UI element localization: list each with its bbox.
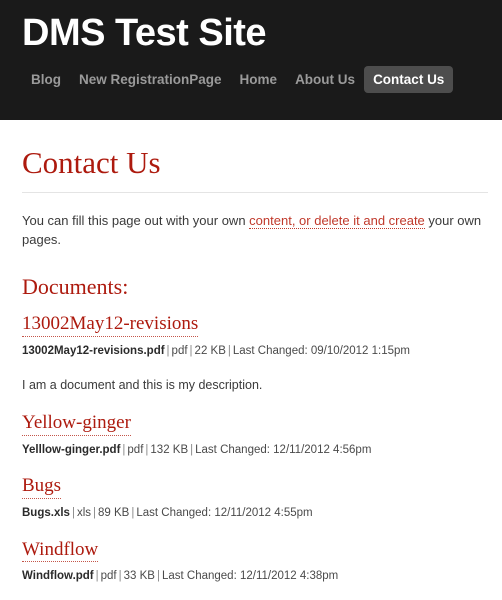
document-changed-label: Last Changed: [195, 443, 270, 456]
document-item: Yellow-ginger Yelllow-ginger.pdf | pdf | 132 … [22, 412, 488, 458]
document-changed-date: 12/11/2012 4:56pm [273, 443, 372, 456]
meta-separator: | [156, 570, 160, 583]
intro-paragraph: You can fill this page out with your own… [22, 212, 488, 250]
document-type: pdf [100, 570, 117, 583]
document-meta: Windflow.pdf | pdf | 33 KB | Last Changed: 12/… [22, 569, 488, 585]
main-content: Contact Us You can fill this page out wi… [0, 145, 502, 585]
document-changed-date: 12/11/2012 4:55pm [214, 507, 313, 520]
document-type: pdf [127, 443, 144, 456]
document-changed-date: 12/11/2012 4:38pm [239, 570, 339, 583]
document-size: 132 KB [150, 443, 189, 456]
document-meta: Yelllow-ginger.pdf | pdf | 132 KB | Last Chang… [22, 443, 488, 459]
meta-separator: | [118, 570, 122, 583]
document-title-link[interactable]: 13002May12-revisions [22, 313, 199, 337]
document-filename: 13002May12-revisions.pdf [22, 344, 165, 357]
nav-item-blog[interactable]: Blog [22, 66, 70, 93]
site-title: DMS Test Site [22, 12, 267, 54]
nav-item-about-us[interactable]: About Us [286, 66, 364, 93]
document-title-link[interactable]: Bugs [22, 475, 62, 500]
create-pages-link[interactable]: content, or delete it and create [249, 213, 425, 230]
meta-separator: | [71, 507, 75, 520]
nav-item-home[interactable]: Home [231, 66, 287, 93]
nav-item-contact-us[interactable]: Contact Us [364, 65, 454, 93]
site-header: DMS Test Site Blog New RegistrationPage Ho… [0, 0, 502, 120]
title-divider [22, 192, 488, 194]
document-title-link[interactable]: Windflow [22, 539, 99, 563]
intro-text-before: You can fill this page out with your own [22, 213, 250, 229]
document-changed-label: Last Changed: [136, 507, 212, 520]
document-type: pdf [171, 344, 188, 357]
meta-separator: | [95, 570, 99, 583]
meta-separator: | [227, 344, 231, 357]
document-changed-date: 09/10/2012 1:15pm [310, 344, 410, 357]
document-item: 13002May12-revisions 13002May12-revisions… [22, 313, 488, 395]
document-title-link[interactable]: Yellow-ginger [22, 412, 131, 436]
document-changed-label: Last Changed: [161, 570, 237, 583]
document-item: Windflow Windflow.pdf | pdf | 33 KB | Last Chan… [22, 539, 488, 585]
meta-separator: | [189, 344, 193, 357]
primary-navigation: Blog New RegistrationPage Home About Us Cont… [0, 54, 502, 93]
document-size: 89 KB [98, 507, 130, 520]
document-description: I am a document and this is my descripti… [22, 378, 263, 393]
meta-separator: | [93, 507, 96, 520]
document-size: 22 KB [194, 344, 226, 357]
document-filename: Windflow.pdf [22, 570, 94, 583]
document-meta: 13002May12-revisions.pdf | pdf | 22 KB | Last … [22, 344, 488, 360]
documents-heading: Documents: [22, 273, 129, 299]
document-meta: Bugs.xls | xls | 89 KB | Last Changed: 12/11/2… [22, 506, 488, 522]
document-size: 33 KB [123, 570, 155, 583]
document-filename: Bugs.xls [22, 507, 70, 520]
document-changed-label: Last Changed: [232, 344, 308, 357]
page-title: Contact Us [22, 145, 161, 180]
document-type: xls [76, 507, 91, 520]
meta-separator: | [166, 344, 170, 357]
document-item: Bugs Bugs.xls | xls | 89 KB | Last Changed: 12/… [22, 475, 488, 521]
nav-item-new-registrationpage[interactable]: New RegistrationPage [70, 66, 231, 93]
document-filename: Yelllow-ginger.pdf [22, 443, 121, 456]
documents-list: 13002May12-revisions 13002May12-revisions… [22, 313, 488, 585]
